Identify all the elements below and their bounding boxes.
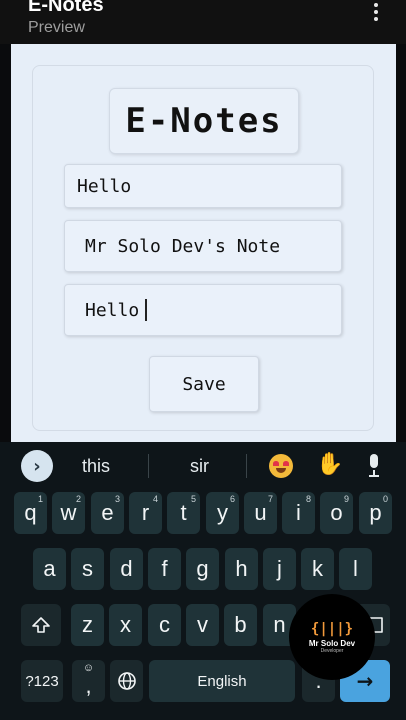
key-label: a [43,556,56,581]
key-label: e [101,500,114,525]
key-hint: 2 [75,494,81,504]
shift-icon [32,617,50,633]
key-hint: 3 [114,494,120,504]
key-label: j [277,556,282,581]
author-input[interactable]: Mr Solo Dev's Note [64,220,342,272]
key-label: r [141,500,150,525]
soft-keyboard: › this sir ✋ q1w2e3r4t5y6u7i8o9p0asdfghj… [0,442,406,720]
key-h[interactable]: h [225,548,258,590]
chevron-right-icon[interactable]: › [21,450,53,482]
emoji-smile-icon: ☺ [82,662,95,674]
app-title: E-Notes [28,0,104,16]
suggestion-2[interactable]: sir [190,456,209,477]
note-card: E-Notes Hello Mr Solo Dev's Note Hello S… [32,65,374,431]
key-label: c [159,612,170,637]
star-struck-emoji-icon[interactable] [269,454,293,478]
key-e[interactable]: e3 [91,492,124,534]
key-label: q [24,500,37,525]
key-w[interactable]: w2 [52,492,85,534]
key-y[interactable]: y6 [206,492,239,534]
key-j[interactable]: j [263,548,296,590]
key-d[interactable]: d [110,548,143,590]
key-label: l [353,556,358,581]
more-vert-icon[interactable] [372,3,380,25]
key-x[interactable]: x [109,604,142,646]
key-o[interactable]: o9 [320,492,353,534]
key-s[interactable]: s [71,548,104,590]
key-b[interactable]: b [224,604,257,646]
key-label: p [369,500,382,525]
globe-icon [117,672,136,690]
key-hint: 4 [152,494,158,504]
key-hint: 0 [382,494,388,504]
title-input[interactable]: Hello [64,164,342,208]
key-c[interactable]: c [148,604,181,646]
suggestion-divider [246,454,247,478]
key-label: x [120,612,131,637]
key-label: v [197,612,208,637]
key-z[interactable]: z [71,604,104,646]
key-hint: 9 [343,494,349,504]
key-label: i [296,500,301,525]
key-label: w [60,500,77,525]
key-label: t [180,500,187,525]
key-hint: 7 [267,494,273,504]
watermark-name: Mr Solo Dev [308,638,356,648]
waving-hand-emoji-icon[interactable]: ✋ [316,452,343,477]
key-hint: 1 [37,494,43,504]
app-bar: E-Notes Preview [0,0,406,44]
key-hint: 8 [305,494,311,504]
key-v[interactable]: v [186,604,219,646]
key-label: f [161,556,168,581]
key-g[interactable]: g [186,548,219,590]
key-k[interactable]: k [301,548,334,590]
key-label: h [235,556,248,581]
key-label: b [234,612,247,637]
comma-key[interactable]: ☺ , [72,660,105,702]
key-a[interactable]: a [33,548,66,590]
key-r[interactable]: r4 [129,492,162,534]
note-body-value: Hello [85,299,140,321]
channel-watermark: {|||} Mr Solo Dev Developer [289,594,375,680]
key-hint: 5 [190,494,196,504]
key-label: k [312,556,323,581]
title-input-value: Hello [77,175,132,197]
key-hint: 6 [229,494,235,504]
key-t[interactable]: t5 [167,492,200,534]
key-label: z [82,612,93,637]
preview-area: E-Notes Hello Mr Solo Dev's Note Hello S… [11,44,396,442]
language-key[interactable] [110,660,143,702]
key-p[interactable]: p0 [359,492,392,534]
symbols-key[interactable]: ?123 [21,660,63,702]
key-label: g [196,556,209,581]
text-caret [145,299,148,321]
shift-key[interactable] [21,604,61,646]
key-u[interactable]: u7 [244,492,277,534]
suggestion-divider [148,454,149,478]
watermark-subtitle: Developer [320,647,344,654]
space-key[interactable]: English [149,660,295,702]
note-body-input[interactable]: Hello [64,284,342,336]
app-subtitle: Preview [28,19,85,36]
author-input-value: Mr Solo Dev's Note [85,235,281,257]
save-button[interactable]: Save [149,356,259,412]
key-f[interactable]: f [148,548,181,590]
suggestion-bar: › this sir ✋ [0,442,406,492]
microphone-icon[interactable] [367,454,381,478]
key-label: n [273,612,286,637]
key-l[interactable]: l [339,548,372,590]
comma-label: , [85,673,92,698]
key-label: u [254,500,267,525]
key-label: y [217,500,228,525]
app-logo: E-Notes [109,88,299,154]
key-label: d [120,556,133,581]
key-i[interactable]: i8 [282,492,315,534]
key-label: s [82,556,93,581]
key-label: o [330,500,343,525]
arrow-right-icon: → [356,669,374,693]
key-q[interactable]: q1 [14,492,47,534]
suggestion-1[interactable]: this [82,456,110,477]
code-logo-icon: {|||} [310,620,354,637]
